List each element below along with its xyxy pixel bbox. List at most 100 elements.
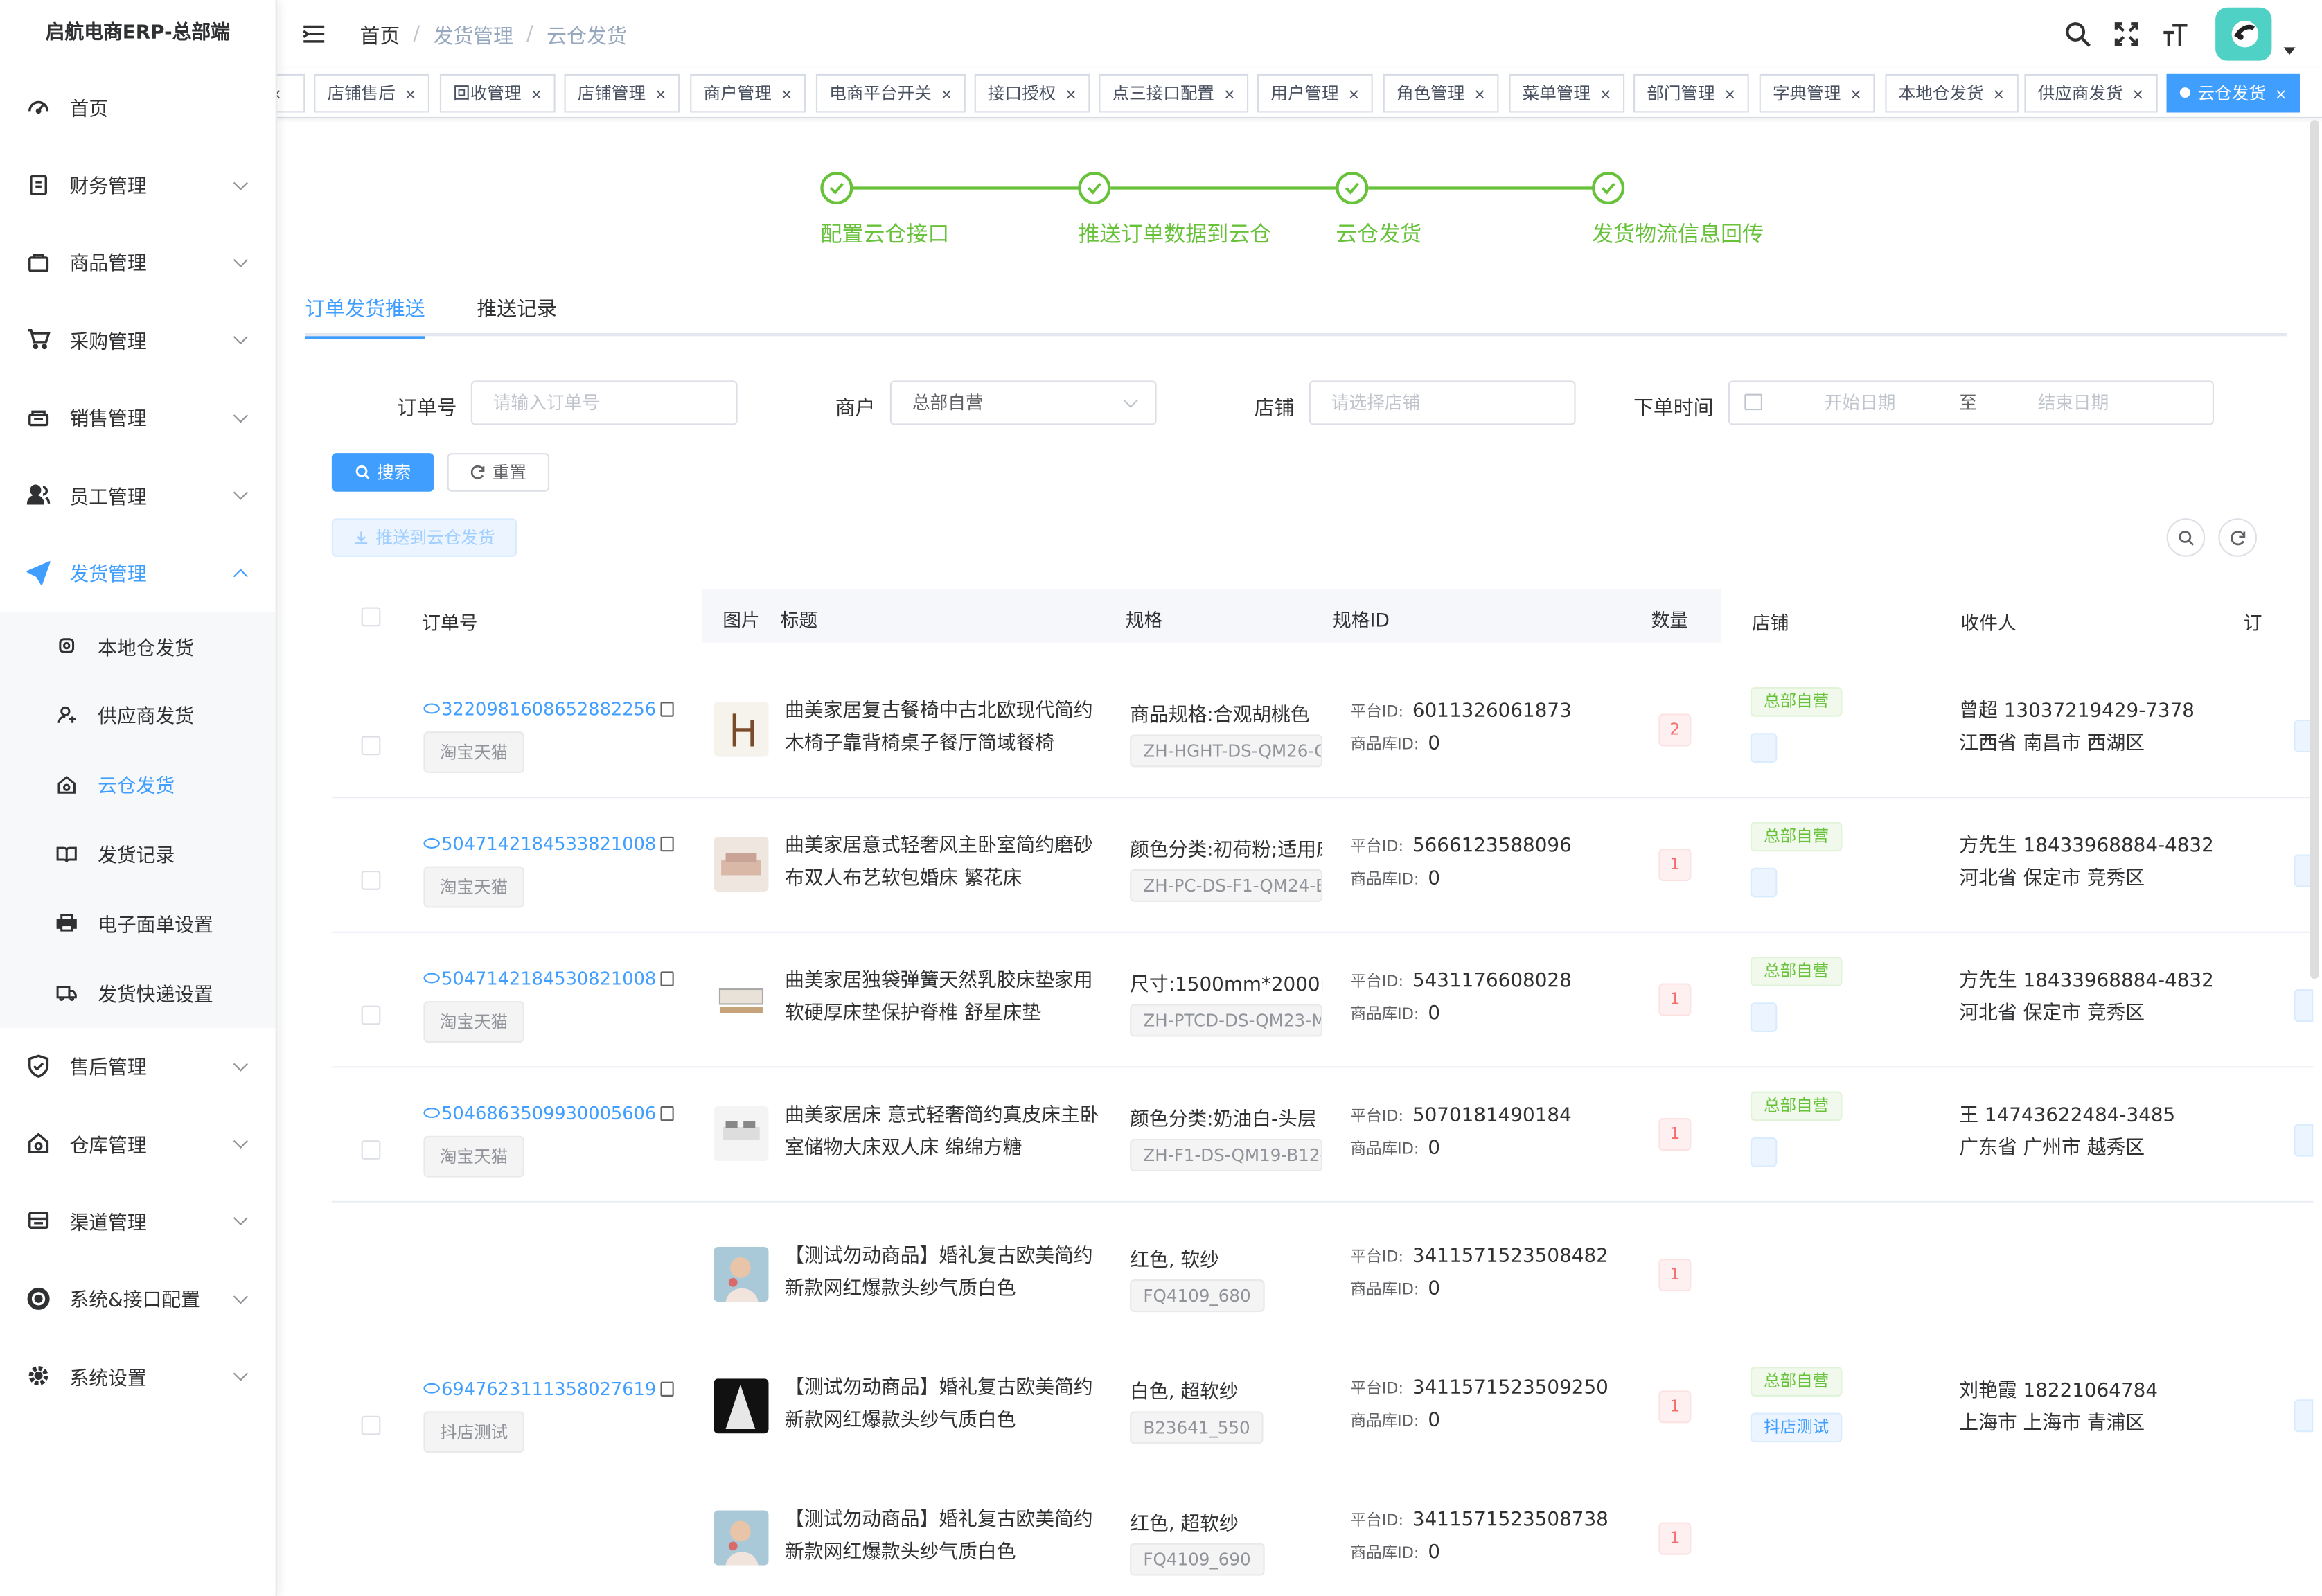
search-icon[interactable] (2063, 19, 2093, 49)
close-icon[interactable]: × (277, 87, 282, 104)
close-icon[interactable]: × (530, 87, 542, 104)
eye-icon[interactable] (423, 1108, 440, 1119)
order-number[interactable]: 3220981608652882256 (441, 699, 656, 720)
avatar[interactable] (2215, 7, 2272, 61)
sidebar-subitem-supplier[interactable]: 供应商发货 (0, 680, 276, 750)
order-no-input[interactable]: 请输入订单号 (470, 380, 738, 425)
truncated-column-tag[interactable] (2294, 989, 2314, 1022)
copy-icon[interactable] (660, 836, 674, 852)
product-image[interactable] (714, 1510, 769, 1566)
sidebar-item-warehouse[interactable]: 仓库管理 (0, 1105, 276, 1182)
tab-tag-overflow[interactable]: × (276, 73, 305, 113)
close-icon[interactable]: × (941, 87, 953, 104)
breadcrumb-home[interactable]: 首页 (360, 19, 400, 49)
shop-select[interactable]: 请选择店铺 (1309, 380, 1576, 425)
product-image[interactable] (714, 1247, 769, 1302)
tab-push-record[interactable]: 推送记录 (477, 292, 556, 336)
eye-icon[interactable] (423, 703, 440, 714)
close-icon[interactable]: × (405, 87, 417, 104)
close-icon[interactable]: × (1992, 87, 2005, 104)
copy-icon[interactable] (660, 1381, 674, 1396)
product-image[interactable] (714, 971, 769, 1027)
close-icon[interactable]: × (1723, 87, 1736, 104)
tab-tag-14[interactable]: 云仓发货 × (2166, 73, 2301, 113)
search-button[interactable]: 搜索 (331, 453, 434, 492)
copy-icon[interactable] (660, 971, 674, 986)
tab-tag-12[interactable]: 本地仓发货 × (1885, 73, 2019, 113)
tab-order-push[interactable]: 订单发货推送 (305, 292, 425, 339)
order-number-link[interactable]: 5047142184530821008 (423, 968, 674, 989)
close-icon[interactable]: × (1065, 87, 1077, 104)
tab-tag-1[interactable]: 回收管理 × (439, 73, 556, 113)
toggle-search-button[interactable] (2166, 518, 2206, 557)
caret-down-icon[interactable] (2283, 46, 2296, 55)
sidebar-item-sales[interactable]: 销售管理 (0, 378, 276, 456)
sidebar-subitem-cloud-warehouse[interactable]: 云仓发货 (0, 750, 276, 819)
copy-icon[interactable] (660, 1106, 674, 1121)
close-icon[interactable]: × (1599, 87, 1612, 104)
sidebar-item-shipping[interactable]: 发货管理 (0, 533, 276, 611)
select-all-checkbox[interactable] (361, 607, 381, 627)
product-image[interactable] (714, 836, 769, 892)
close-icon[interactable]: × (781, 87, 793, 104)
tab-tag-2[interactable]: 店铺管理 × (564, 73, 681, 113)
end-date-input[interactable]: 结束日期 (2038, 382, 2109, 424)
tab-tag-4[interactable]: 电商平台开关 × (815, 73, 966, 113)
eye-icon[interactable] (423, 1383, 440, 1394)
tab-tag-13[interactable]: 供应商发货 × (2024, 73, 2158, 113)
order-number-link[interactable]: 3220981608652882256 (423, 699, 674, 720)
close-icon[interactable]: × (1223, 87, 1236, 104)
order-number-link[interactable]: 5046863509930005606 (423, 1103, 674, 1124)
close-icon[interactable]: × (1347, 87, 1360, 104)
reset-button[interactable]: 重置 (447, 453, 550, 492)
truncated-column-tag[interactable] (2294, 1399, 2314, 1433)
tab-tag-9[interactable]: 菜单管理 × (1509, 73, 1626, 113)
product-image[interactable] (714, 1378, 769, 1434)
sidebar-item-aftersale[interactable]: 售后管理 (0, 1027, 276, 1105)
row-checkbox[interactable] (361, 1140, 381, 1160)
close-icon[interactable]: × (2275, 87, 2287, 104)
truncated-column-tag[interactable] (2294, 1124, 2314, 1157)
tab-tag-5[interactable]: 接口授权 × (974, 73, 1091, 113)
sidebar-subitem-waybill-settings[interactable]: 电子面单设置 (0, 889, 276, 958)
copy-icon[interactable] (660, 702, 674, 717)
sidebar-item-goods[interactable]: 商品管理 (0, 223, 276, 301)
sidebar-item-system-settings[interactable]: 系统设置 (0, 1338, 276, 1415)
date-range-picker[interactable]: 开始日期 至 结束日期 (1728, 380, 2215, 425)
tab-tag-3[interactable]: 商户管理 × (690, 73, 806, 113)
order-number-link[interactable]: 6947623111358027619 (423, 1378, 674, 1399)
order-number[interactable]: 6947623111358027619 (441, 1378, 656, 1399)
tab-tag-8[interactable]: 角色管理 × (1383, 73, 1500, 113)
tab-tag-10[interactable]: 部门管理 × (1633, 73, 1750, 113)
tab-tag-6[interactable]: 点三接口配置 × (1099, 73, 1250, 113)
refresh-table-button[interactable] (2218, 518, 2258, 557)
row-checkbox[interactable] (361, 871, 381, 890)
order-number-link[interactable]: 5047142184533821008 (423, 834, 674, 855)
sidebar-item-home[interactable]: 首页 (0, 68, 276, 145)
fullscreen-icon[interactable] (2112, 19, 2142, 49)
row-checkbox[interactable] (361, 1005, 381, 1025)
sidebar-subitem-shipping-record[interactable]: 发货记录 (0, 819, 276, 888)
sidebar-subitem-local-warehouse[interactable]: 本地仓发货 (0, 611, 276, 680)
close-icon[interactable]: × (1473, 87, 1486, 104)
tab-tag-11[interactable]: 字典管理 × (1759, 73, 1876, 113)
start-date-input[interactable]: 开始日期 (1825, 382, 1896, 424)
hamburger-icon[interactable] (301, 21, 327, 47)
font-size-icon[interactable] (2161, 19, 2190, 49)
order-number[interactable]: 5047142184530821008 (441, 968, 656, 989)
sidebar-subitem-courier-settings[interactable]: 发货快递设置 (0, 958, 276, 1027)
product-image[interactable] (714, 1106, 769, 1162)
eye-icon[interactable] (423, 973, 440, 984)
close-icon[interactable]: × (1850, 87, 1862, 104)
eye-icon[interactable] (423, 837, 440, 849)
tab-tag-0[interactable]: 店铺售后 × (314, 73, 430, 113)
sidebar-item-finance[interactable]: 财务管理 (0, 145, 276, 223)
breadcrumb-shipping[interactable]: 发货管理 (433, 19, 513, 49)
order-number[interactable]: 5046863509930005606 (441, 1103, 656, 1124)
tab-tag-7[interactable]: 用户管理 × (1257, 73, 1374, 113)
order-number[interactable]: 5047142184533821008 (441, 834, 656, 855)
row-checkbox[interactable] (361, 1415, 381, 1435)
close-icon[interactable]: × (2132, 87, 2144, 104)
sidebar-item-purchase[interactable]: 采购管理 (0, 301, 276, 378)
sidebar-item-channel[interactable]: 渠道管理 (0, 1182, 276, 1260)
